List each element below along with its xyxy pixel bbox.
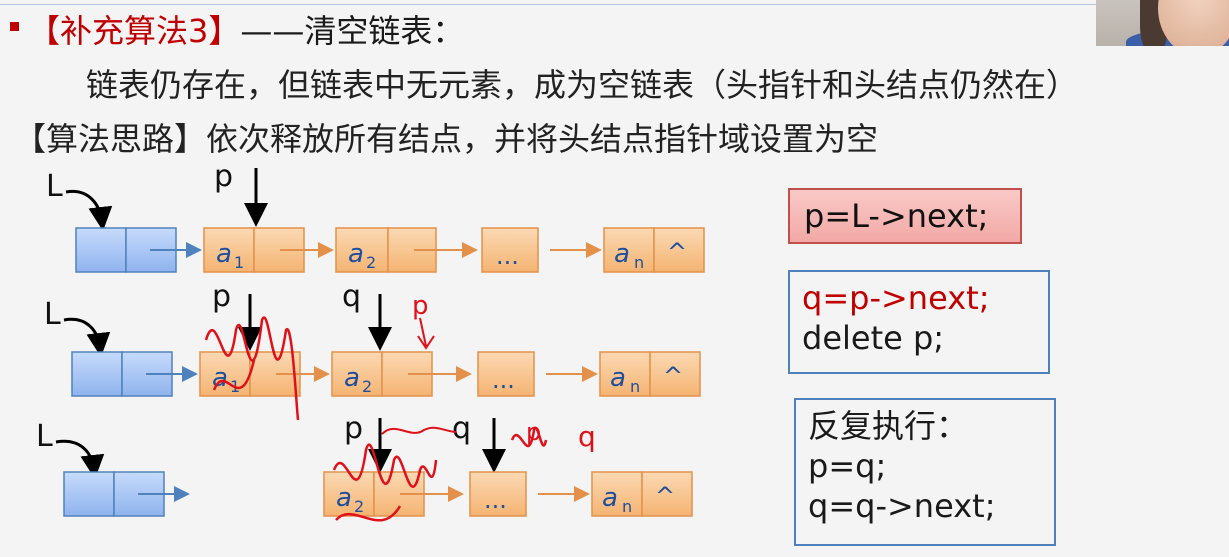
head-node-data-cell: [75, 227, 127, 273]
node-an-label: a: [602, 483, 618, 513]
handwritten-p: p: [412, 291, 429, 321]
code-line: q=q->next;: [808, 487, 996, 525]
scribble-link: [381, 426, 457, 435]
row-1: L p a 1 a 2 ... a n ^: [46, 159, 705, 273]
node-a1-sub: 1: [234, 253, 244, 272]
head-node-data-cell: [71, 351, 123, 397]
node-an-label: a: [614, 239, 630, 269]
node-a2-sub: 2: [366, 253, 376, 272]
node-an-sub: n: [622, 497, 632, 516]
head-pointer-arrow: [63, 317, 111, 357]
code-line: p=q;: [808, 447, 887, 485]
code-line: 反复执行：: [808, 407, 969, 445]
node-ellipsis-label: ...: [496, 242, 519, 270]
handwritten-arrow: [417, 317, 435, 350]
head-pointer-label: L: [36, 419, 53, 454]
head-pointer-label: L: [46, 169, 63, 204]
step2-code-box: q=p->next; delete p;: [788, 270, 1050, 374]
pointer-q-label: q: [452, 411, 471, 446]
head-node-data-cell: [63, 471, 115, 517]
row-2: L p q a 1 a 2 ... a n ^ p: [44, 279, 701, 421]
null-symbol: ^: [663, 362, 683, 390]
code-line: delete p;: [802, 319, 945, 357]
node-an-label: a: [610, 363, 626, 393]
node-a2-label: a: [344, 363, 360, 393]
head-pointer-arrow: [65, 189, 113, 231]
node-ellipsis-label: ...: [492, 366, 515, 394]
code-line: q=p->next;: [802, 279, 990, 317]
node-a2-label: a: [348, 239, 364, 269]
node-an-sub: n: [634, 253, 644, 272]
step1-code-box: p=L->next;: [788, 188, 1022, 244]
head-pointer-arrow: [55, 439, 105, 479]
node-an-sub: n: [630, 377, 640, 396]
pointer-q-label: q: [342, 279, 361, 314]
pointer-p-label: p: [344, 411, 363, 446]
node-a2-label: a: [336, 483, 352, 513]
node-a2-sub: 2: [354, 497, 364, 516]
handwritten-p: p: [526, 418, 541, 446]
node-a1-label: a: [216, 239, 232, 269]
pointer-p-label: p: [214, 159, 233, 194]
row-3: L p q a 2 ... a n ^ p q: [36, 411, 693, 522]
null-symbol: ^: [667, 238, 687, 266]
code-line: p=L->next;: [804, 197, 989, 235]
node-a2-sub: 2: [362, 377, 372, 396]
pointer-p-label: p: [212, 279, 231, 314]
null-symbol: ^: [655, 482, 675, 510]
step3-code-box: 反复执行： p=q; q=q->next;: [794, 398, 1056, 546]
head-pointer-label: L: [44, 297, 61, 332]
node-ellipsis-label: ...: [484, 486, 507, 514]
handwritten-q: q: [578, 420, 596, 453]
